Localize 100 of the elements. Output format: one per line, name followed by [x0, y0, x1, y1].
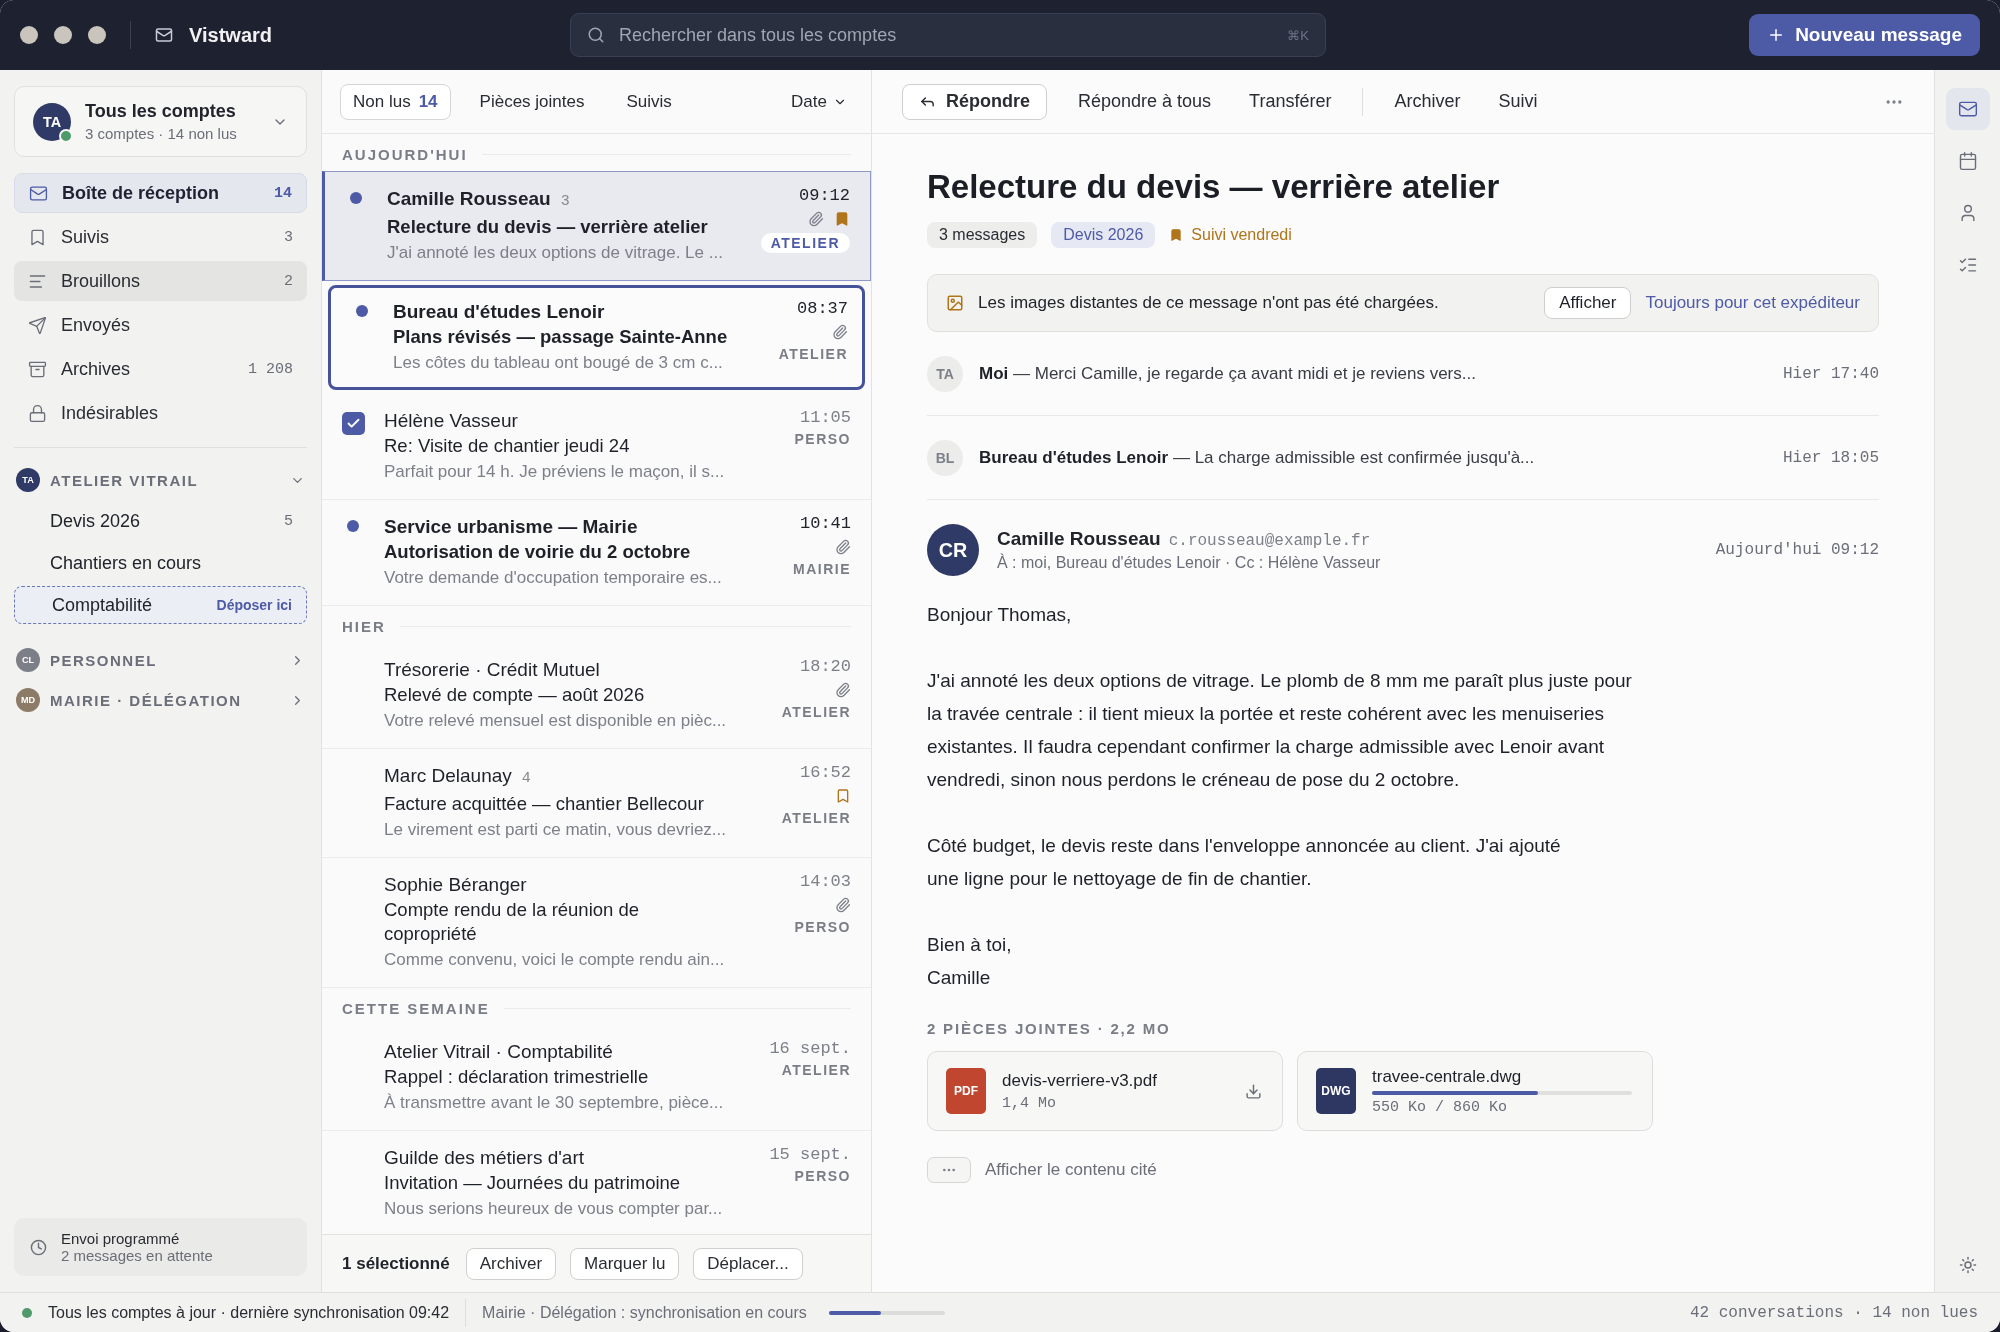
window-zoom-light	[88, 26, 106, 44]
conversation-summary: 42 conversations · 14 non lues	[1689, 1303, 1978, 1322]
sender-avatar: CR	[927, 524, 979, 576]
followup-label: Suivi vendredi	[1191, 226, 1292, 244]
message-preview: Nous serions heureux de vous compter par...	[384, 1198, 724, 1220]
window-close-light	[20, 26, 38, 44]
file-type-badge: PDF	[946, 1068, 986, 1114]
calendar-icon	[1957, 151, 1978, 171]
folder-count: 5	[284, 512, 293, 530]
collapsed-message[interactable]: TA Moi — Merci Camille, je regarde ça avant midi et je reviens vers... Hier 17:40	[927, 332, 1879, 416]
conversation-chip: 3 messages	[927, 222, 1038, 248]
attachment-card[interactable]: PDF devis-verriere-v3.pdf 1,4 Mo	[927, 1051, 1283, 1131]
message-subject: Autorisation de voirie du 2 octobre	[384, 540, 692, 564]
message-tag: MAIRIE	[793, 561, 851, 577]
file-size: 1,4 Mo	[1002, 1094, 1057, 1112]
filter-tab[interactable]: Suivis	[613, 83, 685, 120]
message-sender: Hélène Vasseur	[384, 409, 519, 433]
always-show-link[interactable]: Toujours pour cet expéditeur	[1645, 293, 1860, 313]
sender-name: Camille Rousseau	[997, 528, 1161, 549]
toolbar-button[interactable]: Archiver	[1387, 83, 1468, 120]
message-time: 14:03	[800, 872, 851, 891]
group-label: HIER	[342, 618, 386, 635]
folder-item[interactable]: Envoyés	[14, 305, 307, 345]
search-input[interactable]: Rechercher dans tous les comptes	[617, 23, 1276, 47]
folder-item[interactable]: Devis 2026 5	[14, 502, 307, 540]
message-time: 10:41	[800, 514, 851, 533]
file-type-badge: DWG	[1316, 1068, 1356, 1114]
toolbar-button[interactable]: Transférer	[1242, 83, 1339, 120]
message-subject: Compte rendu de la réunion de copropriété	[384, 898, 641, 946]
new-message-button[interactable]: Nouveau message	[1749, 14, 1980, 56]
selection-count: 1 sélectionné	[342, 1253, 450, 1274]
clock-icon	[30, 1238, 47, 1256]
scheduled-subtitle: 2 messages en attente	[61, 1247, 214, 1264]
message-tag: PERSO	[794, 1168, 851, 1184]
folder-item[interactable]: Indésirables	[14, 393, 307, 433]
drop-target-folder[interactable]: Comptabilité Déposer ici	[14, 586, 307, 624]
checkbox[interactable]	[341, 412, 365, 435]
scheduled-send-card[interactable]: Envoi programmé 2 messages en attente	[14, 1218, 307, 1276]
attachment-card[interactable]: DWG travee-centrale.dwg 550 Ko / 860 Ko	[1297, 1051, 1653, 1131]
message-time: 11:05	[800, 408, 851, 427]
bulk-action-button[interactable]: Archiver	[465, 1247, 557, 1280]
folder-item[interactable]: Boîte de réception 14	[14, 173, 307, 213]
send-icon	[28, 315, 47, 335]
toolbar-button[interactable]: Répondre à tous	[1071, 83, 1219, 120]
sync-status-text: Tous les comptes à jour · dernière synchronisation 09:42	[48, 1303, 450, 1322]
folder-item[interactable]: Archives 1 208	[14, 349, 307, 389]
filter-tab[interactable]: Pièces jointes	[466, 83, 598, 120]
message-row[interactable]: Bureau d'études Lenoir Plans révisés — passage Sainte-Anne Les côtes du tableau ont bougé de 3 cm c... 08:37 ATELIER	[328, 285, 865, 390]
message-row[interactable]: Camille Rousseau 3 Relecture du devis — verrière atelier J'ai annoté les deux options de vitrage. Le ... 09:12 ATELIER	[322, 171, 871, 281]
message-subject: Facture acquittée — chantier Bellecour	[384, 792, 705, 816]
conversation-title: Relecture du devis — verrière atelier	[927, 168, 1501, 206]
folder-count: 3	[284, 228, 293, 246]
message-preview: Votre relevé mensuel est disponible en pièc...	[384, 710, 728, 732]
message-tag: ATELIER	[760, 233, 850, 253]
toolbar-button[interactable]: Répondre	[902, 83, 1047, 120]
account-header[interactable]: MD MAIRIE · DÉLÉGATION	[14, 682, 307, 718]
sun-icon[interactable]	[1958, 1256, 1977, 1274]
folder-count: 2	[284, 272, 293, 290]
message-preview: Parfait pour 14 h. Je préviens le maçon, il s...	[384, 461, 726, 483]
bulk-action-button[interactable]: Déplacer...	[693, 1247, 803, 1280]
message-tag: ATELIER	[781, 704, 851, 720]
shortcut-hint: ⌘K	[1287, 27, 1309, 43]
message-sender: Atelier Vitrail · Comptabilité	[384, 1040, 614, 1064]
folder-item[interactable]: Chantiers en cours	[14, 544, 307, 582]
message-tag: ATELIER	[778, 346, 848, 362]
account-header[interactable]: TA ATELIER VITRAIL	[14, 462, 307, 498]
show-images-button[interactable]: Afficher	[1544, 287, 1632, 319]
folder-item[interactable]: Brouillons 2	[14, 261, 307, 301]
message-tag: PERSO	[794, 431, 851, 447]
folder-count: 14	[274, 184, 292, 202]
filter-tab[interactable]: Non lus 14	[340, 83, 451, 120]
search-icon	[587, 26, 605, 44]
conversation-chip: Devis 2026	[1051, 222, 1156, 248]
message-tag: ATELIER	[781, 810, 851, 826]
archive-icon	[28, 359, 47, 379]
folder-count: 1 208	[248, 360, 293, 378]
message-preview: À transmettre avant le 30 septembre, pièce...	[384, 1092, 725, 1114]
folder-item[interactable]: Suivis 3	[14, 217, 307, 257]
bookmark-icon	[28, 227, 47, 247]
sort-button[interactable]: Date	[785, 90, 853, 113]
rail-button[interactable]	[1945, 88, 1990, 130]
download-icon[interactable]	[1245, 1082, 1262, 1100]
toolbar-button[interactable]: Suivi	[1491, 83, 1545, 120]
message-time: 08:37	[797, 299, 848, 318]
message-time: 18:20	[800, 657, 851, 676]
image-icon	[946, 294, 964, 312]
body-paragraph: J'ai annoté les deux options de vitrage. Le plomb de 8 mm me paraît plus juste pour la travée centrale : il tient mieux la portée et reste cohérent avec les menuiseries existantes. Il faudra cependant confirmer la charge admissible avec Lenoir avant vendredi, sinon nous perdons le créneau de pose du 2 octobre.	[927, 669, 1633, 792]
account-header[interactable]: CL PERSONNEL	[14, 642, 307, 678]
check-icon	[345, 416, 361, 431]
message-tag: PERSO	[794, 919, 851, 935]
account-avatar: CL	[16, 648, 40, 672]
body-paragraph: Côté budget, le devis reste dans l'enveloppe annoncée au client. J'ai ajouté une ligne pour le nettoyage de fin de chantier.	[927, 834, 1562, 891]
message-sender: Trésorerie · Crédit Mutuel	[384, 658, 601, 682]
message-subject: Re: Visite de chantier jeudi 24	[384, 434, 631, 458]
account-switcher[interactable]: TA Tous les comptes 3 comptes · 14 non lus	[14, 86, 307, 157]
message-snippet: Bureau d'études Lenoir — La charge admissible est confirmée jusqu'à...	[979, 447, 1536, 468]
show-quoted-label: Afficher le contenu cité	[985, 1160, 1157, 1180]
bulk-action-button[interactable]: Marquer lu	[570, 1247, 680, 1280]
drop-hint: Déposer ici	[216, 597, 292, 613]
collapsed-message[interactable]: BL Bureau d'études Lenoir — La charge admissible est confirmée jusqu'à... Hier 18:05	[927, 416, 1879, 500]
